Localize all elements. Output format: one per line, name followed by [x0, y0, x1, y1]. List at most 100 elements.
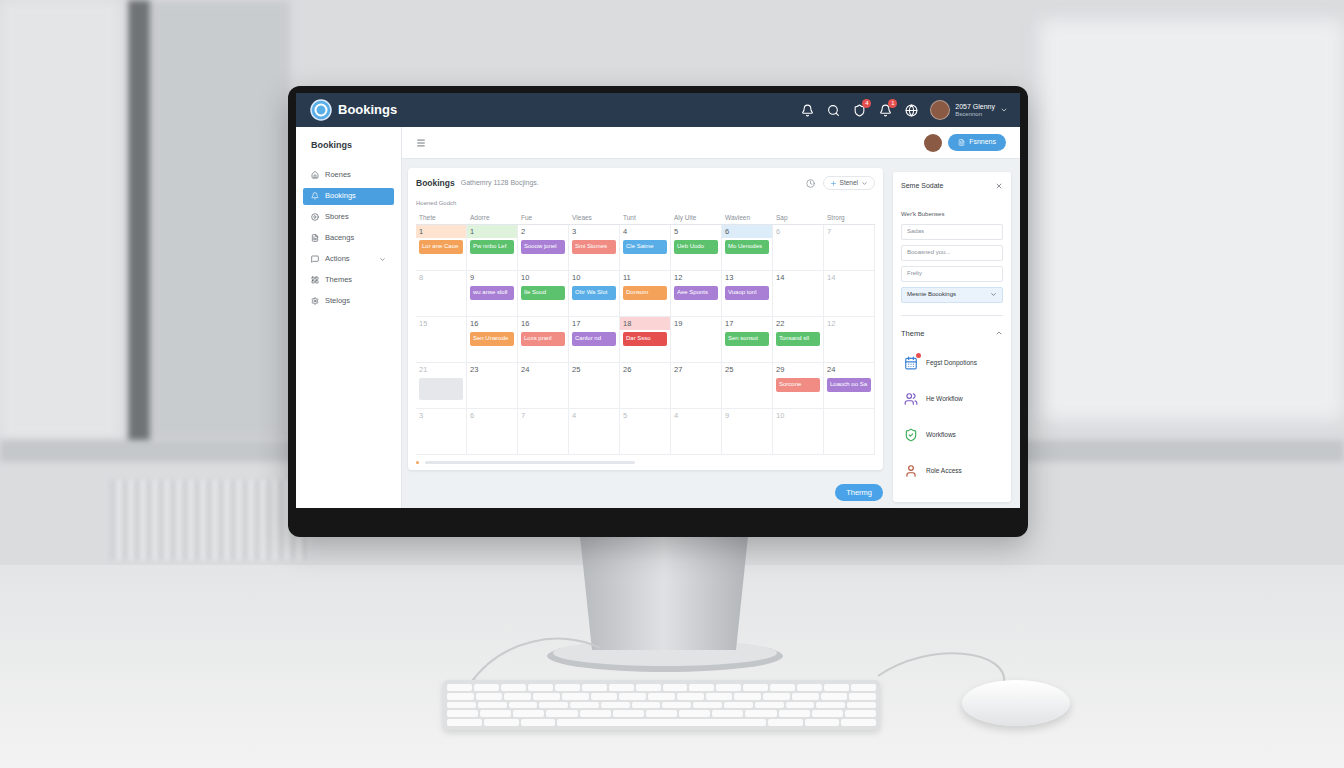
- key[interactable]: [679, 710, 710, 717]
- close-icon[interactable]: [995, 182, 1003, 190]
- calendar-cell[interactable]: 6: [467, 409, 518, 454]
- calendar-event[interactable]: Donsom: [623, 286, 667, 300]
- sidebar-item[interactable]: Bacengs: [303, 230, 394, 247]
- calendar-cell[interactable]: 12: [824, 317, 875, 362]
- calendar-cell[interactable]: 10Obr Wa Slot: [569, 271, 620, 316]
- calendar-cell[interactable]: 27: [671, 363, 722, 408]
- key[interactable]: [847, 702, 876, 709]
- calendar-event[interactable]: Vuaop tonl: [725, 286, 769, 300]
- key[interactable]: [755, 702, 784, 709]
- calendar-cell[interactable]: 7: [824, 225, 875, 270]
- filter-dropdown[interactable]: Stenel: [823, 176, 875, 190]
- key[interactable]: [484, 719, 519, 726]
- calendar-cell[interactable]: 18Dar Ssso: [620, 317, 671, 362]
- avatar[interactable]: [924, 134, 942, 152]
- calendar-cell[interactable]: 4: [569, 409, 620, 454]
- calendar-cell[interactable]: 19: [671, 317, 722, 362]
- key[interactable]: [601, 702, 630, 709]
- calendar-event[interactable]: Pw nnbo Lef: [470, 240, 514, 254]
- key[interactable]: [792, 693, 819, 700]
- calendar-cell[interactable]: 22Tonsand sll: [773, 317, 824, 362]
- key[interactable]: [849, 693, 876, 700]
- calendar-cell[interactable]: [824, 409, 875, 454]
- calendar-event[interactable]: Loxs pranl: [521, 332, 565, 346]
- calendar-cell[interactable]: 17Canlor nd: [569, 317, 620, 362]
- key[interactable]: [447, 719, 482, 726]
- key[interactable]: [663, 684, 688, 691]
- key[interactable]: [509, 702, 538, 709]
- scrollbar[interactable]: [416, 457, 875, 467]
- calendar-event[interactable]: Sen Unarode: [470, 332, 514, 346]
- key[interactable]: [521, 719, 556, 726]
- calendar-event[interactable]: Ueb Uodo: [674, 240, 718, 254]
- key[interactable]: [745, 710, 776, 717]
- calendar-cell[interactable]: 1Lor ane Caoe: [416, 225, 467, 270]
- calendar-cell[interactable]: 10: [773, 409, 824, 454]
- calendar-cell[interactable]: 9wu anse sloll: [467, 271, 518, 316]
- calendar-cell[interactable]: 12Aee Sponts: [671, 271, 722, 316]
- calendar-cell[interactable]: 5Ueb Uodo: [671, 225, 722, 270]
- key[interactable]: [632, 702, 661, 709]
- calendar-cell[interactable]: 14: [773, 271, 824, 316]
- calendar-cell[interactable]: 9: [722, 409, 773, 454]
- primary-button[interactable]: Fsnnens: [948, 134, 1006, 151]
- calendar-cell[interactable]: 8: [416, 271, 467, 316]
- key[interactable]: [816, 702, 845, 709]
- sidebar-item[interactable]: Stelogs: [303, 293, 394, 310]
- calendar-cell[interactable]: 24: [518, 363, 569, 408]
- calendar-cell[interactable]: 23: [467, 363, 518, 408]
- key[interactable]: [693, 702, 722, 709]
- key[interactable]: [662, 702, 691, 709]
- key[interactable]: [580, 710, 611, 717]
- calendar-event[interactable]: Loaoch oo Sa: [827, 378, 871, 392]
- key[interactable]: [474, 684, 499, 691]
- key[interactable]: [724, 702, 753, 709]
- calendar-cell[interactable]: 15: [416, 317, 467, 362]
- key[interactable]: [805, 719, 840, 726]
- calendar-cell[interactable]: 21: [416, 363, 467, 408]
- key[interactable]: [646, 710, 677, 717]
- key[interactable]: [570, 702, 599, 709]
- key[interactable]: [648, 693, 675, 700]
- calendar-cell[interactable]: 17Sen sonsot: [722, 317, 773, 362]
- theme-item[interactable]: Role Access: [901, 453, 1003, 489]
- key[interactable]: [824, 684, 849, 691]
- calendar-cell[interactable]: 11Donsom: [620, 271, 671, 316]
- calendar-cell[interactable]: 4Cle Saime: [620, 225, 671, 270]
- menu-icon[interactable]: [416, 138, 426, 148]
- calendar-event[interactable]: Sooow jonel: [521, 240, 565, 254]
- key[interactable]: [513, 710, 544, 717]
- key[interactable]: [478, 702, 507, 709]
- key[interactable]: [447, 702, 476, 709]
- key[interactable]: [689, 684, 714, 691]
- key[interactable]: [770, 684, 795, 691]
- key[interactable]: [613, 710, 644, 717]
- key[interactable]: [677, 693, 704, 700]
- key[interactable]: [786, 702, 815, 709]
- key[interactable]: [779, 710, 810, 717]
- calendar-event[interactable]: Sorcone: [776, 378, 820, 392]
- topbar-button[interactable]: [801, 104, 814, 117]
- calendar-event[interactable]: Dar Ssso: [623, 332, 667, 346]
- key[interactable]: [447, 710, 478, 717]
- key[interactable]: [821, 693, 848, 700]
- key[interactable]: [797, 684, 822, 691]
- calendar-cell[interactable]: 16Loxs pranl: [518, 317, 569, 362]
- theme-button[interactable]: Thermg: [835, 484, 883, 501]
- key[interactable]: [619, 693, 646, 700]
- calendar-event[interactable]: Ile Soud: [521, 286, 565, 300]
- calendar-cell[interactable]: 16Sen Unarode: [467, 317, 518, 362]
- calendar-cell[interactable]: 14: [824, 271, 875, 316]
- key[interactable]: [636, 684, 661, 691]
- theme-item[interactable]: Fegst Donpotions: [901, 345, 1003, 381]
- calendar-event[interactable]: Sen sonsot: [725, 332, 769, 346]
- user-menu[interactable]: 2057 GlennyBscennon: [930, 100, 1008, 120]
- calendar-cell[interactable]: 7: [518, 409, 569, 454]
- calendar-cell[interactable]: 6Mo Uenodes: [722, 225, 773, 270]
- calendar-event[interactable]: Mo Uenodes: [725, 240, 769, 254]
- key[interactable]: [609, 684, 634, 691]
- key[interactable]: [447, 684, 472, 691]
- key[interactable]: [851, 684, 876, 691]
- key[interactable]: [555, 684, 580, 691]
- text-field[interactable]: Sadas: [901, 224, 1003, 240]
